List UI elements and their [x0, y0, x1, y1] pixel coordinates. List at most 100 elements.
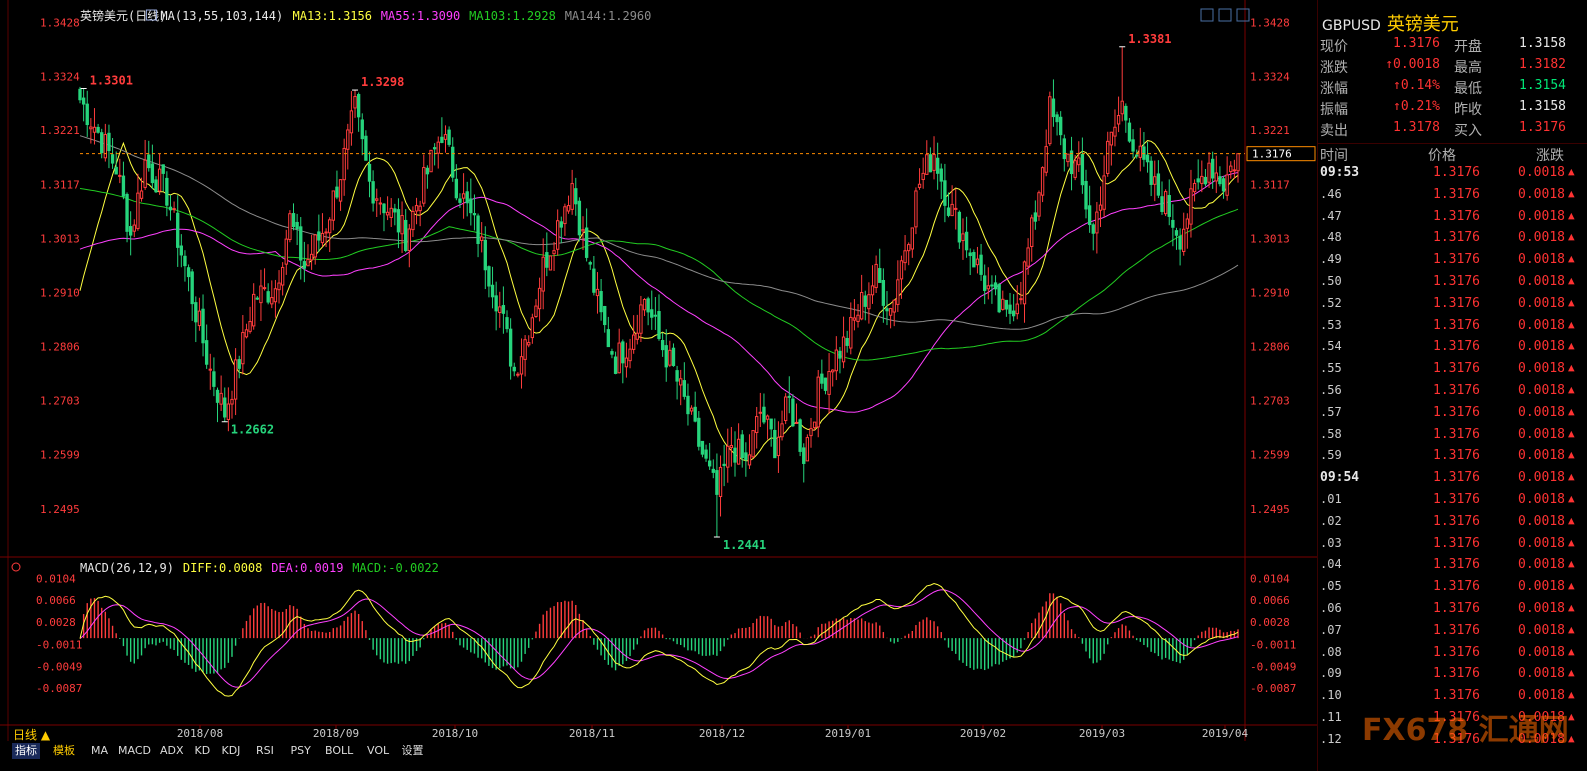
candle-down — [592, 268, 596, 293]
indicator-tab[interactable]: VOL — [364, 743, 392, 759]
candle-down — [935, 157, 940, 174]
indicator-tab[interactable]: 设置 — [399, 743, 427, 759]
tick-price: 1.3176 — [1433, 513, 1480, 529]
candle-down — [367, 163, 372, 182]
indicator-tab[interactable]: MACD — [115, 743, 154, 759]
candle-up — [910, 227, 914, 250]
quote-row: 振幅 ↑0.21% 昨收 1.3158 — [1318, 99, 1587, 120]
y-tick-right: 1.2495 — [1250, 503, 1290, 516]
candle-down — [671, 347, 676, 367]
candle-up — [443, 134, 448, 140]
candle-down — [183, 255, 187, 267]
candle-down — [1210, 158, 1215, 179]
candle-down — [201, 308, 205, 344]
macd-tick-right: 0.0066 — [1250, 594, 1290, 607]
tick-price: 1.3176 — [1433, 426, 1480, 442]
chart-area[interactable]: 1.3428 1.3428 1.3324 1.3324 1.3221 1.3221 1.31… — [0, 0, 1317, 741]
candle-up — [519, 356, 524, 375]
indicator-tab[interactable]: 模板 — [50, 743, 78, 759]
tick-change: 0.0018 — [1518, 404, 1565, 420]
quote-label: 涨幅 — [1320, 81, 1348, 97]
candle-down — [588, 262, 592, 265]
candle-down — [147, 154, 151, 169]
candle-down — [603, 305, 607, 326]
candle-up — [765, 415, 770, 420]
indicator-tab[interactable]: PSY — [288, 743, 314, 759]
candle-down — [943, 180, 947, 206]
indicator-tab[interactable]: RSI — [253, 743, 277, 759]
tick-change: 0.0018 — [1518, 295, 1565, 311]
candle-up — [1019, 298, 1023, 301]
tick-change: 0.0018 — [1518, 186, 1565, 202]
tick-time: .58 — [1320, 426, 1342, 441]
candle-up — [385, 211, 390, 216]
up-arrow-icon: ▲ — [1568, 274, 1575, 287]
candle-down — [299, 226, 303, 261]
candle-down — [968, 252, 972, 257]
candle-down — [878, 268, 882, 283]
candle-down — [693, 406, 697, 422]
tick-change: 0.0018 — [1518, 644, 1565, 660]
candle-up — [273, 288, 278, 303]
y-tick-left: 1.3221 — [40, 124, 80, 137]
macd-tick-right: -0.0011 — [1250, 638, 1296, 651]
period-selector[interactable]: 日线 ▲ — [10, 727, 53, 743]
indicator-tab[interactable]: 指标 — [12, 743, 40, 759]
candle-up — [867, 294, 871, 310]
candle-up — [523, 339, 527, 360]
candle-up — [921, 172, 925, 181]
candle-up — [668, 349, 672, 366]
tick-row: .59 1.3176 0.0018 ▲ — [1318, 448, 1587, 469]
candle-up — [1066, 153, 1070, 163]
candle-down — [85, 103, 89, 126]
candle-down — [1004, 299, 1009, 310]
tick-row: .01 1.3176 0.0018 ▲ — [1318, 492, 1587, 513]
candle-down — [773, 429, 777, 459]
candle-up — [1185, 218, 1190, 229]
candle-up — [552, 250, 556, 255]
tick-row: .07 1.3176 0.0018 ▲ — [1318, 623, 1587, 644]
tick-time: .55 — [1320, 361, 1342, 376]
tick-row: .53 1.3176 0.0018 ▲ — [1318, 318, 1587, 339]
tick-price: 1.3176 — [1433, 601, 1480, 616]
candle-down — [150, 163, 155, 184]
candle-up — [1001, 298, 1005, 310]
candle-down — [440, 136, 444, 143]
candle-up — [831, 369, 835, 373]
candle-up — [418, 205, 422, 212]
candle-down — [176, 212, 180, 248]
low-annotation: 1.2441 — [723, 538, 766, 552]
tick-time: 09:54 — [1320, 470, 1360, 486]
candle-up — [925, 154, 929, 175]
tick-time: .46 — [1320, 186, 1342, 201]
candle-up — [888, 308, 893, 316]
candle-up — [89, 126, 93, 130]
macd-tick-right: 0.0028 — [1250, 616, 1290, 629]
indicator-tab[interactable]: BOLL — [322, 743, 356, 759]
tick-price: 1.3176 — [1433, 295, 1480, 311]
indicator-tab[interactable]: KDJ — [219, 743, 244, 759]
ma103-value: MA103:1.2928 — [469, 9, 556, 23]
candle-down — [928, 154, 933, 173]
candle-up — [1095, 211, 1099, 234]
candle-up — [313, 234, 317, 258]
candle-down — [465, 191, 469, 204]
low-annotation: 1.2662 — [231, 423, 274, 437]
candle-up — [563, 206, 567, 225]
up-arrow-icon: ▲ — [1568, 165, 1575, 178]
candle-down — [215, 389, 220, 403]
indicator-tab[interactable]: ADX — [157, 743, 187, 759]
candle-up — [353, 96, 357, 109]
candle-up — [259, 285, 263, 304]
tick-price: 1.3176 — [1433, 274, 1480, 289]
indicator-tab[interactable]: MA — [88, 743, 111, 759]
tick-price: 1.3176 — [1433, 339, 1480, 355]
candle-down — [682, 380, 687, 397]
indicator-tab[interactable]: KD — [192, 743, 214, 759]
candle-down — [939, 168, 943, 182]
tick-price: 1.3176 — [1433, 557, 1480, 573]
candle-down — [494, 295, 498, 312]
candle-up — [219, 392, 223, 405]
candle-down — [838, 350, 842, 359]
tick-row: 09:54 1.3176 0.0018 ▲ — [1318, 470, 1587, 491]
